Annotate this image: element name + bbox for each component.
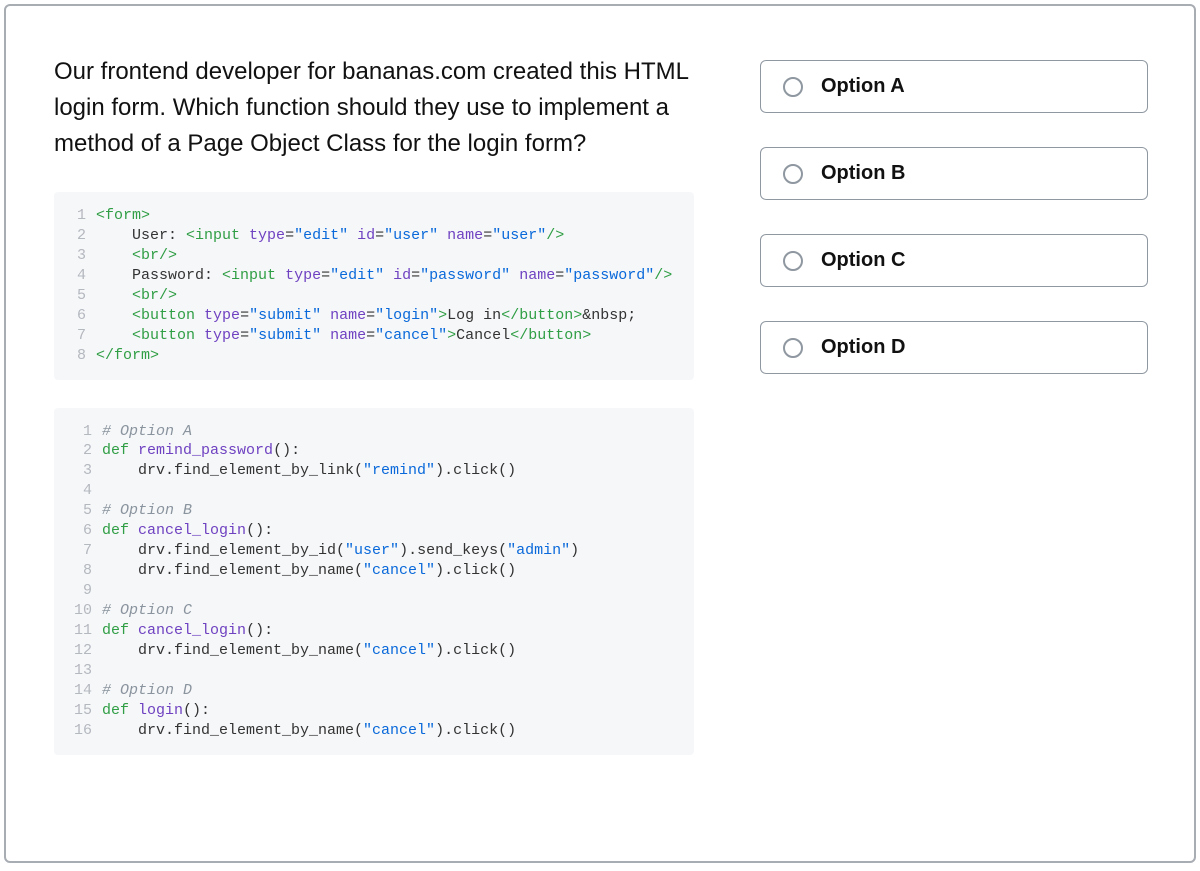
option-c[interactable]: Option C [760,234,1148,287]
option-b[interactable]: Option B [760,147,1148,200]
option-label: Option B [821,162,905,185]
options-pane: Option A Option B Option C Option D [760,54,1148,831]
question-pane: Our frontend developer for bananas.com c… [54,54,694,831]
option-d[interactable]: Option D [760,321,1148,374]
option-label: Option D [821,336,905,359]
radio-icon [783,77,803,97]
question-text: Our frontend developer for bananas.com c… [54,54,694,162]
quiz-frame: Our frontend developer for bananas.com c… [4,4,1196,863]
option-a[interactable]: Option A [760,60,1148,113]
radio-icon [783,338,803,358]
option-label: Option C [821,249,905,272]
radio-icon [783,251,803,271]
code-block-html: 1<form> 2 User: <input type="edit" id="u… [54,192,694,380]
code-block-python: 1# Option A 2def remind_password(): 3 dr… [54,408,694,755]
radio-icon [783,164,803,184]
option-label: Option A [821,75,905,98]
